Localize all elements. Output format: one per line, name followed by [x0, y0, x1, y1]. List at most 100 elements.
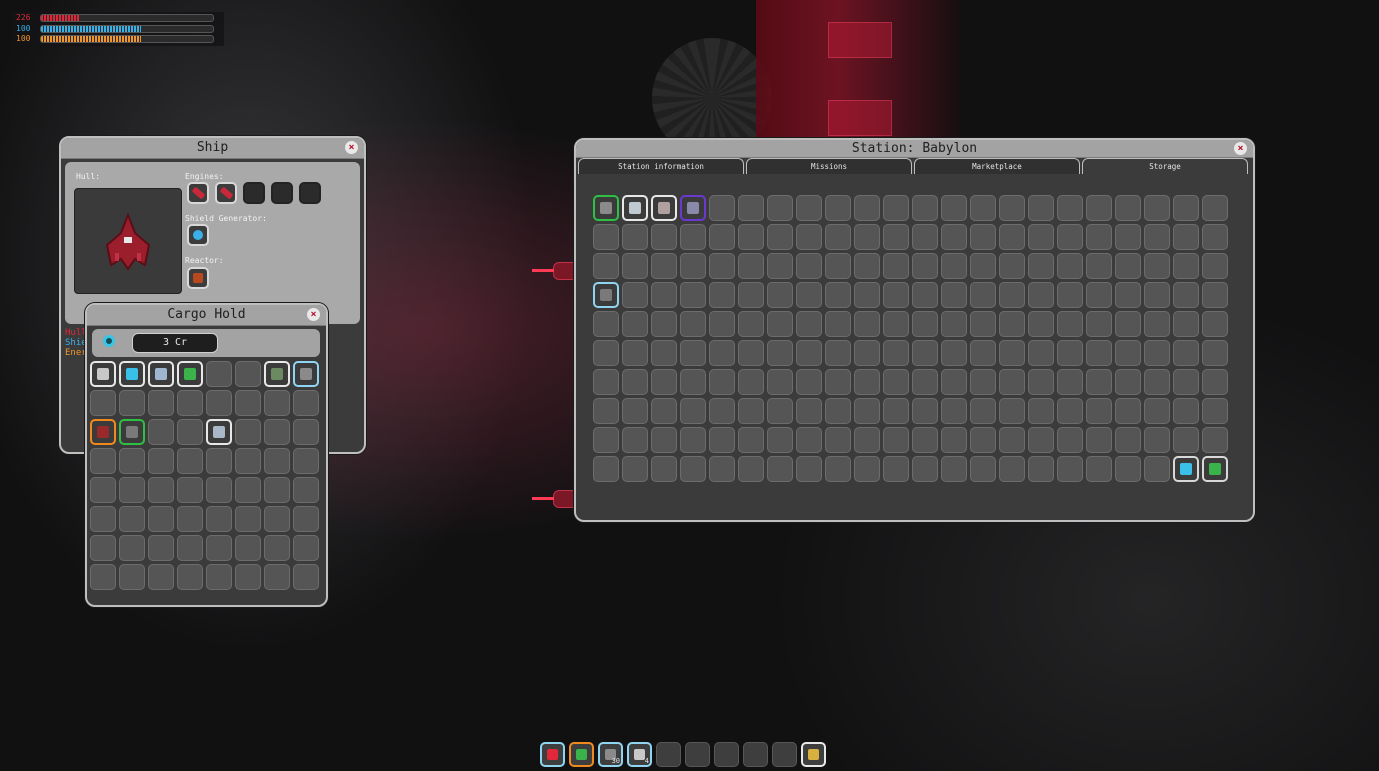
storage-empty-slot[interactable] — [912, 456, 938, 482]
cargo-empty-slot[interactable] — [90, 535, 116, 561]
cargo-empty-slot[interactable] — [177, 477, 203, 503]
cargo-empty-slot[interactable] — [293, 564, 319, 590]
cargo-empty-slot[interactable] — [119, 390, 145, 416]
storage-empty-slot[interactable] — [999, 282, 1025, 308]
storage-empty-slot[interactable] — [825, 224, 851, 250]
storage-empty-slot[interactable] — [651, 253, 677, 279]
storage-empty-slot[interactable] — [767, 369, 793, 395]
cargo-empty-slot[interactable] — [148, 506, 174, 532]
hotbar-empty-slot[interactable] — [685, 742, 710, 767]
storage-empty-slot[interactable] — [1086, 224, 1112, 250]
storage-empty-slot[interactable] — [709, 398, 735, 424]
storage-empty-slot[interactable] — [1057, 253, 1083, 279]
storage-empty-slot[interactable] — [1144, 224, 1170, 250]
storage-empty-slot[interactable] — [1086, 282, 1112, 308]
storage-empty-slot[interactable] — [651, 311, 677, 337]
storage-empty-slot[interactable] — [912, 369, 938, 395]
storage-empty-slot[interactable] — [970, 311, 996, 337]
storage-empty-slot[interactable] — [1115, 311, 1141, 337]
cargo-empty-slot[interactable] — [90, 477, 116, 503]
storage-empty-slot[interactable] — [1028, 369, 1054, 395]
storage-item-slot[interactable] — [680, 195, 706, 221]
storage-item-slot[interactable] — [1173, 456, 1199, 482]
storage-empty-slot[interactable] — [1202, 398, 1228, 424]
storage-empty-slot[interactable] — [1028, 195, 1054, 221]
cargo-item-slot[interactable] — [119, 419, 145, 445]
storage-empty-slot[interactable] — [912, 224, 938, 250]
storage-empty-slot[interactable] — [767, 311, 793, 337]
hotbar-item-slot[interactable]: 30 — [598, 742, 623, 767]
cargo-empty-slot[interactable] — [148, 564, 174, 590]
storage-empty-slot[interactable] — [1057, 398, 1083, 424]
storage-empty-slot[interactable] — [1202, 253, 1228, 279]
storage-empty-slot[interactable] — [651, 340, 677, 366]
storage-empty-slot[interactable] — [854, 427, 880, 453]
storage-empty-slot[interactable] — [680, 369, 706, 395]
ship-panel-close-button[interactable]: × — [345, 141, 358, 154]
cargo-empty-slot[interactable] — [293, 390, 319, 416]
storage-empty-slot[interactable] — [593, 398, 619, 424]
station-title-bar[interactable]: Station: Babylon × — [576, 140, 1253, 158]
storage-empty-slot[interactable] — [738, 369, 764, 395]
storage-empty-slot[interactable] — [854, 253, 880, 279]
storage-empty-slot[interactable] — [825, 369, 851, 395]
storage-empty-slot[interactable] — [941, 427, 967, 453]
storage-empty-slot[interactable] — [970, 398, 996, 424]
storage-empty-slot[interactable] — [651, 224, 677, 250]
storage-empty-slot[interactable] — [1086, 340, 1112, 366]
storage-empty-slot[interactable] — [767, 427, 793, 453]
storage-empty-slot[interactable] — [970, 340, 996, 366]
storage-empty-slot[interactable] — [767, 456, 793, 482]
storage-empty-slot[interactable] — [796, 282, 822, 308]
storage-empty-slot[interactable] — [767, 253, 793, 279]
storage-empty-slot[interactable] — [854, 369, 880, 395]
hotbar-item-slot[interactable] — [540, 742, 565, 767]
storage-empty-slot[interactable] — [1086, 253, 1112, 279]
storage-empty-slot[interactable] — [1202, 340, 1228, 366]
storage-empty-slot[interactable] — [1202, 195, 1228, 221]
storage-empty-slot[interactable] — [1202, 224, 1228, 250]
storage-empty-slot[interactable] — [738, 456, 764, 482]
cargo-empty-slot[interactable] — [119, 564, 145, 590]
storage-empty-slot[interactable] — [1057, 427, 1083, 453]
storage-empty-slot[interactable] — [1144, 456, 1170, 482]
storage-empty-slot[interactable] — [796, 224, 822, 250]
cargo-empty-slot[interactable] — [264, 564, 290, 590]
cargo-item-slot[interactable] — [264, 361, 290, 387]
cargo-empty-slot[interactable] — [235, 448, 261, 474]
storage-empty-slot[interactable] — [999, 311, 1025, 337]
storage-empty-slot[interactable] — [593, 456, 619, 482]
cargo-empty-slot[interactable] — [264, 419, 290, 445]
storage-empty-slot[interactable] — [680, 340, 706, 366]
storage-empty-slot[interactable] — [999, 253, 1025, 279]
storage-empty-slot[interactable] — [796, 398, 822, 424]
tab-marketplace[interactable]: Marketplace — [914, 158, 1080, 174]
storage-empty-slot[interactable] — [593, 369, 619, 395]
storage-empty-slot[interactable] — [883, 456, 909, 482]
cargo-hold-close-button[interactable]: × — [307, 308, 320, 321]
storage-empty-slot[interactable] — [941, 195, 967, 221]
engine-slot[interactable] — [215, 182, 237, 204]
storage-empty-slot[interactable] — [1202, 369, 1228, 395]
cargo-empty-slot[interactable] — [206, 535, 232, 561]
storage-empty-slot[interactable] — [1115, 427, 1141, 453]
storage-empty-slot[interactable] — [680, 311, 706, 337]
hotbar-empty-slot[interactable] — [743, 742, 768, 767]
storage-empty-slot[interactable] — [883, 369, 909, 395]
storage-empty-slot[interactable] — [883, 282, 909, 308]
storage-empty-slot[interactable] — [1144, 369, 1170, 395]
storage-empty-slot[interactable] — [622, 340, 648, 366]
cargo-empty-slot[interactable] — [264, 477, 290, 503]
storage-empty-slot[interactable] — [999, 427, 1025, 453]
storage-empty-slot[interactable] — [883, 311, 909, 337]
storage-empty-slot[interactable] — [1115, 398, 1141, 424]
storage-empty-slot[interactable] — [1144, 398, 1170, 424]
cargo-item-slot[interactable] — [206, 419, 232, 445]
storage-empty-slot[interactable] — [1086, 195, 1112, 221]
cargo-item-slot[interactable] — [90, 419, 116, 445]
storage-item-slot[interactable] — [593, 282, 619, 308]
storage-empty-slot[interactable] — [883, 398, 909, 424]
storage-empty-slot[interactable] — [912, 253, 938, 279]
storage-empty-slot[interactable] — [796, 456, 822, 482]
cargo-empty-slot[interactable] — [148, 535, 174, 561]
